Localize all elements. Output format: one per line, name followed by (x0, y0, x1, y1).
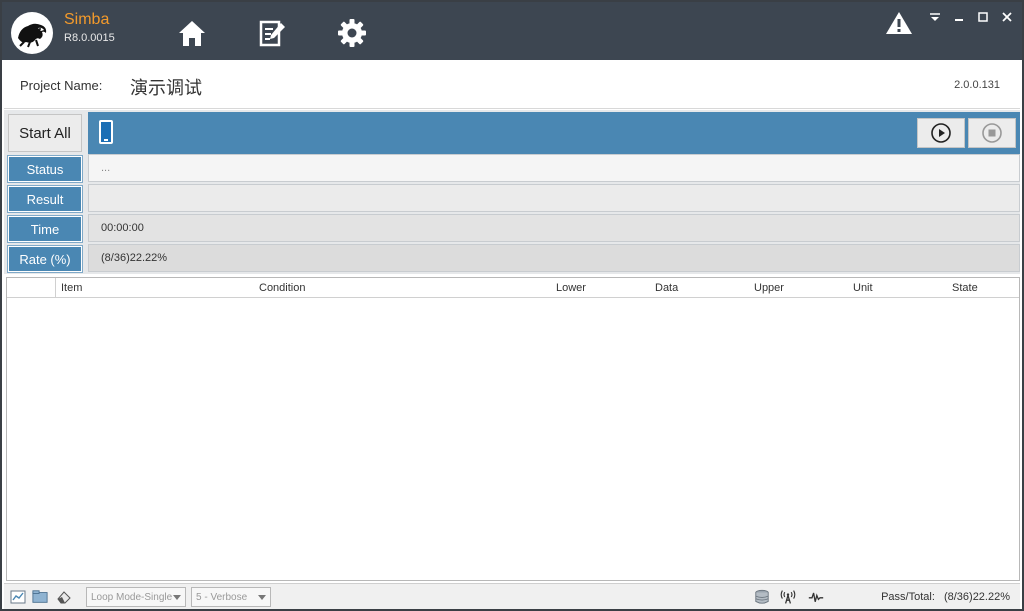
build-version: 2.0.0.131 (954, 79, 1000, 91)
menu-dropdown-button[interactable] (926, 8, 944, 26)
stop-icon (982, 123, 1002, 143)
chart-icon (10, 590, 26, 604)
project-header: Project Name: 演示调试 2.0.0.131 (4, 62, 1020, 109)
stop-button[interactable] (968, 118, 1016, 148)
result-label: Result (7, 185, 83, 213)
maximize-button[interactable] (974, 8, 992, 26)
start-all-button[interactable]: Start All (8, 114, 82, 152)
waveform-button[interactable] (808, 589, 824, 605)
result-value (88, 184, 1020, 212)
column-header-lower[interactable]: Lower (556, 282, 586, 294)
column-header-unit[interactable]: Unit (853, 282, 873, 294)
status-bar: Loop Mode-Single 5 - Verbose Pass/Total:… (4, 583, 1020, 609)
gear-icon (338, 19, 366, 47)
log-level-value: 5 - Verbose (196, 591, 248, 603)
folder-button[interactable] (32, 589, 48, 605)
project-name: 演示调试 (130, 78, 202, 99)
close-button[interactable] (998, 8, 1016, 26)
database-button[interactable] (754, 589, 770, 605)
connection-button[interactable] (780, 589, 796, 605)
lion-logo (11, 12, 53, 54)
top-bar: Simba R8.0.0015 (2, 2, 1022, 60)
pass-total: Pass/Total: (8/36)22.22% (881, 591, 1010, 603)
home-button[interactable] (174, 15, 210, 51)
caret-down-icon (930, 13, 940, 21)
column-header-data[interactable]: Data (655, 282, 678, 294)
waveform-icon (808, 592, 824, 602)
rate-label: Rate (%) (7, 245, 83, 273)
chart-button[interactable] (10, 589, 26, 605)
database-icon (755, 589, 769, 604)
log-level-select[interactable]: 5 - Verbose (191, 587, 271, 607)
project-name-label: Project Name: (20, 78, 103, 93)
minimize-button[interactable] (950, 8, 968, 26)
app-version: R8.0.0015 (64, 32, 115, 44)
column-header-item[interactable]: Item (61, 282, 82, 294)
minimize-icon (955, 19, 963, 21)
play-icon (931, 123, 951, 143)
folder-icon (32, 590, 48, 603)
maximize-icon (978, 12, 988, 22)
device-bar (88, 112, 1020, 154)
column-header-condition[interactable]: Condition (259, 282, 305, 294)
home-icon (179, 21, 205, 46)
status-value: ... (88, 154, 1020, 182)
rate-value: (8/36)22.22% (88, 244, 1020, 272)
eraser-icon (57, 591, 71, 604)
control-panel: Start All Status ... Result Time 00:00:0… (4, 110, 1020, 274)
warning-icon (886, 12, 912, 34)
table-header: Item Condition Lower Data Upper Unit Sta… (7, 278, 1019, 298)
edit-button[interactable] (254, 15, 290, 51)
app-window: Simba R8.0.0015 Project Name: 演示调试 2.0.0… (0, 0, 1024, 611)
settings-button[interactable] (334, 15, 370, 51)
results-table[interactable]: Item Condition Lower Data Upper Unit Sta… (6, 277, 1020, 581)
column-divider (55, 278, 56, 298)
close-icon (1002, 12, 1012, 22)
chevron-down-icon (173, 595, 181, 600)
edit-icon (259, 20, 285, 47)
play-button[interactable] (917, 118, 965, 148)
loop-mode-value: Loop Mode-Single (91, 591, 173, 603)
clear-log-button[interactable] (56, 589, 72, 605)
warning-button[interactable] (884, 10, 914, 36)
signal-icon (780, 590, 796, 604)
time-label: Time (7, 215, 83, 243)
column-header-state[interactable]: State (952, 282, 978, 294)
column-header-upper[interactable]: Upper (754, 282, 784, 294)
time-value: 00:00:00 (88, 214, 1020, 242)
app-name: Simba (64, 11, 110, 28)
pass-total-label: Pass/Total: (881, 591, 935, 603)
loop-mode-select[interactable]: Loop Mode-Single (86, 587, 186, 607)
pass-total-value: (8/36)22.22% (943, 591, 1010, 603)
chevron-down-icon (258, 595, 266, 600)
status-label: Status (7, 155, 83, 183)
phone-icon[interactable] (99, 120, 113, 144)
